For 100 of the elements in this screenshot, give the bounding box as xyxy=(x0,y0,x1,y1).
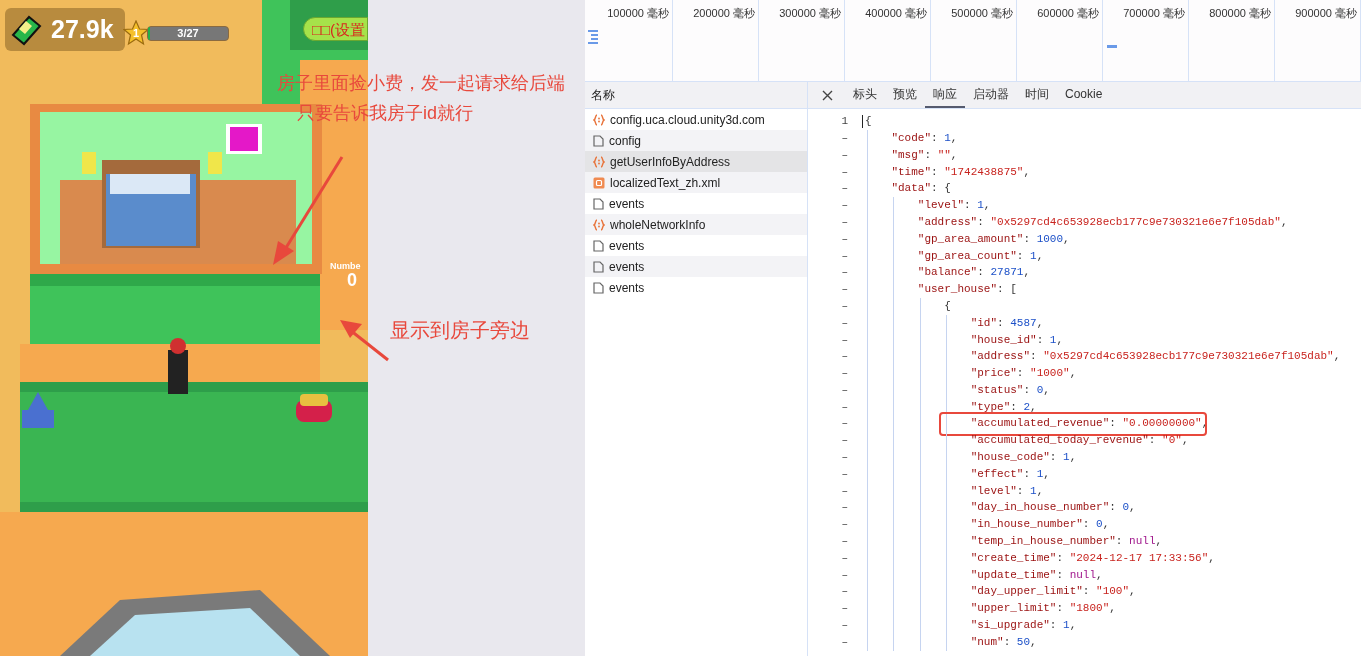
code-line: "id": 4587, xyxy=(969,315,1044,331)
timeline-tick-label: 800000 毫秒 xyxy=(1209,6,1271,21)
panel-tab[interactable]: 启动器 xyxy=(965,82,1017,108)
code-line: { xyxy=(943,298,951,314)
line-number: – xyxy=(840,147,848,163)
code-line: "status": 0, xyxy=(969,382,1050,398)
line-number: – xyxy=(840,130,848,146)
timeline-tick-label: 200000 毫秒 xyxy=(693,6,755,21)
script-file-icon xyxy=(593,155,605,168)
line-number: – xyxy=(840,181,848,197)
name-column-header[interactable]: 名称 xyxy=(585,82,807,109)
line-number: – xyxy=(840,517,848,533)
code-line: "msg": "", xyxy=(890,147,958,163)
close-icon[interactable] xyxy=(822,89,833,101)
code-line: "si_upgrade": 1, xyxy=(969,618,1077,634)
document-file-icon xyxy=(593,134,604,147)
code-line: "accumulated_revenue": "0.00000000", xyxy=(969,416,1209,432)
timeline-tick-label: 900000 毫秒 xyxy=(1295,6,1357,21)
code-line: "level": 1, xyxy=(916,198,991,214)
line-number: – xyxy=(840,500,848,516)
text-cursor xyxy=(862,115,863,128)
code-line: "update_time": null, xyxy=(969,567,1103,583)
money-amount: 27.9k xyxy=(51,17,114,42)
code-line: "in_house_number": 0, xyxy=(969,517,1110,533)
timeline-tick-label: 100000 毫秒 xyxy=(607,6,669,21)
line-number: – xyxy=(840,466,848,482)
code-line: "user_house": [ xyxy=(916,282,1017,298)
code-line: "time": "1742438875", xyxy=(890,164,1031,180)
line-number: – xyxy=(840,248,848,264)
line-number: – xyxy=(840,282,848,298)
code-line: "type": 2, xyxy=(969,399,1037,415)
script-file-icon xyxy=(593,218,605,231)
panel-tab[interactable]: 标头 xyxy=(845,82,885,108)
code-line: "code": 1, xyxy=(890,130,958,146)
code-line: "level": 1, xyxy=(969,483,1044,499)
line-number: – xyxy=(840,584,848,600)
waterfall-bar-icon xyxy=(1107,45,1117,48)
code-line: "address": "0x5297cd4c653928ecb177c9e730321e6e7f105dab", xyxy=(969,349,1341,365)
line-number: – xyxy=(840,550,848,566)
line-number: – xyxy=(840,315,848,331)
timeline-tick-label: 300000 毫秒 xyxy=(779,6,841,21)
panel-tab[interactable]: 预览 xyxy=(885,82,925,108)
line-number: – xyxy=(840,366,848,382)
panel-tab[interactable]: 时间 xyxy=(1017,82,1057,108)
waterfall-bars-icon xyxy=(588,30,598,44)
line-number: – xyxy=(840,601,848,617)
code-line: "house_id": 1, xyxy=(969,332,1064,348)
line-number: – xyxy=(840,265,848,281)
document-file-icon xyxy=(593,239,604,252)
code-line: "day_in_house_number": 0, xyxy=(969,500,1136,516)
annotation-text: 显示到房子旁边 xyxy=(390,320,530,340)
panel-tab[interactable]: Cookie xyxy=(1057,82,1111,108)
line-number: – xyxy=(840,634,848,650)
code-line: { xyxy=(865,114,872,130)
line-number: – xyxy=(840,534,848,550)
line-number: – xyxy=(840,382,848,398)
line-number: – xyxy=(840,332,848,348)
line-number: 1 xyxy=(840,114,848,130)
xml-file-icon xyxy=(593,176,605,189)
code-line: "effect": 1, xyxy=(969,466,1050,482)
line-number: – xyxy=(840,231,848,247)
code-line: "address": "0x5297cd4c653928ecb177c9e730321e6e7f105dab", xyxy=(916,214,1288,230)
request-row[interactable]: events xyxy=(585,256,807,277)
document-file-icon xyxy=(593,197,604,210)
script-file-icon xyxy=(593,113,605,126)
star-badge: 1 xyxy=(123,20,149,46)
request-row[interactable]: localizedText_zh.xml xyxy=(585,172,807,193)
code-line: "data": { xyxy=(890,181,951,197)
document-file-icon xyxy=(593,260,604,273)
request-row[interactable]: wholeNetworkInfo xyxy=(585,214,807,235)
code-line: "gp_area_amount": 1000, xyxy=(916,231,1070,247)
code-line: "upper_limit": "1800", xyxy=(969,601,1116,617)
request-row[interactable]: config xyxy=(585,130,807,151)
annotation-arrow xyxy=(338,318,390,362)
line-number: – xyxy=(840,298,848,314)
code-line: "create_time": "2024-12-17 17:33:56", xyxy=(969,550,1215,566)
document-file-icon xyxy=(593,281,604,294)
line-number: – xyxy=(840,433,848,449)
code-line: "accumulated_today_revenue": "0", xyxy=(969,433,1189,449)
house-label: Numbe xyxy=(330,262,361,271)
line-number: – xyxy=(840,567,848,583)
line-number: – xyxy=(840,198,848,214)
code-line: "day_upper_limit": "100", xyxy=(969,584,1136,600)
line-number: – xyxy=(840,214,848,230)
line-number: – xyxy=(840,164,848,180)
code-line: "num": 50, xyxy=(969,634,1037,650)
code-line: "balance": 27871, xyxy=(916,265,1031,281)
request-row[interactable]: getUserInfoByAddress xyxy=(585,151,807,172)
code-line: "temp_in_house_number": null, xyxy=(969,534,1163,550)
line-number: – xyxy=(840,349,848,365)
timeline-tick-label: 700000 毫秒 xyxy=(1123,6,1185,21)
line-number: – xyxy=(840,416,848,432)
line-number: – xyxy=(840,399,848,415)
line-number: – xyxy=(840,618,848,634)
panel-tab[interactable]: 响应 xyxy=(925,82,965,108)
code-line: "gp_area_count": 1, xyxy=(916,248,1044,264)
code-line: "house_code": 1, xyxy=(969,450,1077,466)
line-number: – xyxy=(840,483,848,499)
timeline-tick-label: 400000 毫秒 xyxy=(865,6,927,21)
house-count: 0 xyxy=(347,271,357,289)
